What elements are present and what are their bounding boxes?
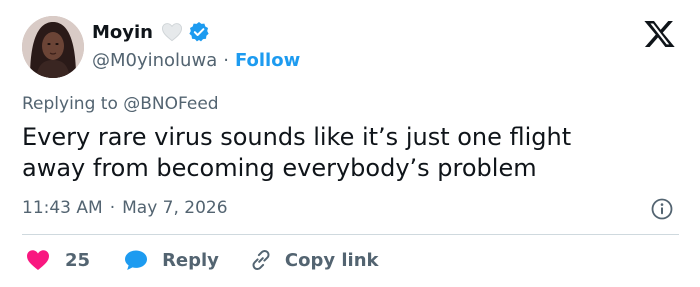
like-button[interactable]: 25 <box>26 249 90 271</box>
author-name-row: Moyin <box>92 19 210 45</box>
tweet-date: May 7, 2026 <box>122 198 228 218</box>
avatar-photo <box>22 16 84 78</box>
timestamp-separator: · <box>109 198 116 218</box>
replying-to-line: Replying to @BNOFeed <box>22 94 219 114</box>
link-icon <box>249 248 273 272</box>
divider <box>22 234 679 235</box>
reply-bubble-icon <box>124 249 148 271</box>
x-logo-icon[interactable] <box>644 18 676 50</box>
tweet-timestamp[interactable]: 11:43 AM · May 7, 2026 <box>22 198 228 218</box>
verified-badge-icon <box>188 21 210 43</box>
handle-separator: · <box>223 49 229 71</box>
action-bar: 25 Reply Copy link <box>26 247 379 273</box>
copy-link-label: Copy link <box>284 249 379 271</box>
copy-link-button[interactable]: Copy link <box>249 248 379 272</box>
tweet-time: 11:43 AM <box>22 198 103 218</box>
follow-button[interactable]: Follow <box>235 50 300 71</box>
replying-prefix: Replying to <box>22 94 118 114</box>
tweet-text: Every rare virus sounds like it’s just o… <box>22 122 662 184</box>
white-heart-icon <box>161 22 183 42</box>
like-count: 25 <box>65 249 91 271</box>
author-handle[interactable]: @M0yinoluwa <box>92 50 217 71</box>
tweet-text-line: Every rare virus sounds like it’s just o… <box>22 123 572 151</box>
author-display-name[interactable]: Moyin <box>92 22 153 43</box>
reply-label: Reply <box>162 249 219 271</box>
replying-to-mention[interactable]: @BNOFeed <box>123 94 218 114</box>
author-handle-row: @M0yinoluwa · Follow <box>92 47 300 73</box>
tweet-text-line: away from becoming everybody’s problem <box>22 154 537 182</box>
reply-button[interactable]: Reply <box>124 249 219 271</box>
info-icon[interactable] <box>651 198 673 220</box>
avatar[interactable] <box>22 16 84 78</box>
heart-icon <box>26 249 50 271</box>
